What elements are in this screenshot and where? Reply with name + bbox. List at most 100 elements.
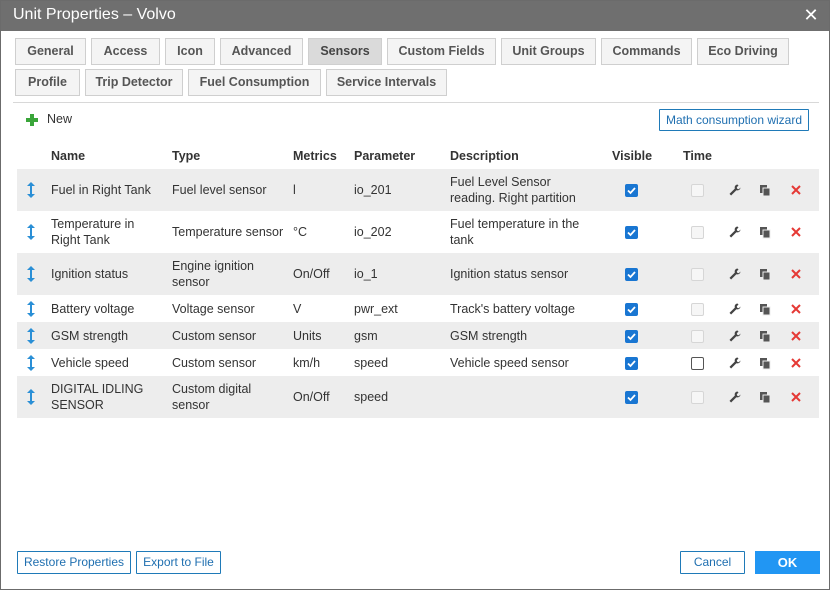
tab-general[interactable]: General — [15, 38, 86, 65]
time-checkbox — [691, 303, 704, 316]
drag-handle-icon[interactable] — [25, 223, 37, 241]
ok-button[interactable]: OK — [755, 551, 820, 574]
time-checkbox — [691, 391, 704, 404]
tab-custom-fields[interactable]: Custom Fields — [387, 38, 496, 65]
tab-trip-detector[interactable]: Trip Detector — [85, 69, 183, 96]
sensor-type-line: Voltage sensor — [172, 302, 255, 316]
delete-icon[interactable] — [789, 356, 803, 370]
tab-eco-driving[interactable]: Eco Driving — [697, 38, 789, 65]
copy-icon[interactable] — [758, 183, 772, 197]
sensor-parameter: speed — [354, 390, 389, 404]
visible-checkbox[interactable] — [625, 303, 638, 316]
check-icon — [627, 333, 636, 341]
new-sensor-label: New — [47, 112, 73, 126]
tab-advanced[interactable]: Advanced — [220, 38, 303, 65]
drag-handle-icon[interactable] — [25, 327, 37, 345]
visible-checkbox[interactable] — [625, 268, 638, 281]
delete-icon[interactable] — [789, 302, 803, 316]
sensor-name: GSM strength — [51, 328, 128, 344]
sensor-name: DIGITAL IDLING SENSOR — [51, 381, 143, 413]
sensor-description-line: Fuel temperature in the — [450, 217, 580, 231]
tab-service-intervals[interactable]: Service Intervals — [326, 69, 447, 96]
sensor-description-line: tank — [450, 233, 474, 247]
sensor-description: Track's battery voltage — [450, 301, 575, 317]
visible-checkbox[interactable] — [625, 330, 638, 343]
sensor-type-line: sensor — [172, 398, 210, 412]
sensor-description-line: Fuel Level Sensor — [450, 175, 551, 189]
delete-icon[interactable] — [789, 329, 803, 343]
copy-icon[interactable] — [758, 329, 772, 343]
table-row[interactable]: DIGITAL IDLING SENSOR Custom digital sensor… — [17, 376, 819, 418]
drag-handle-icon[interactable] — [25, 388, 37, 406]
math-consumption-wizard-button[interactable]: Math consumption wizard — [659, 109, 809, 131]
unit-properties-dialog: Unit Properties – Volvo ✕ General Access I… — [0, 0, 830, 590]
tab-profile[interactable]: Profile — [15, 69, 80, 96]
table-row[interactable]: Battery voltage Voltage sensor Vpwr_ext Tra… — [17, 295, 819, 322]
sensor-description-line: reading. Right partition — [450, 191, 576, 205]
tab-commands[interactable]: Commands — [601, 38, 692, 65]
table-row[interactable]: Temperature in Right Tank Temperature sens… — [17, 211, 819, 253]
wrench-icon[interactable] — [728, 329, 742, 343]
plus-icon — [26, 114, 38, 126]
tab-fuel-consumption[interactable]: Fuel Consumption — [188, 69, 321, 96]
drag-handle-icon[interactable] — [25, 300, 37, 318]
sensor-name-line: DIGITAL IDLING — [51, 382, 144, 396]
delete-icon[interactable] — [789, 267, 803, 281]
time-checkbox[interactable] — [691, 357, 704, 370]
sensor-metrics: l — [293, 183, 296, 197]
header-description: Description — [450, 149, 519, 163]
sensor-type: Custom sensor — [172, 355, 256, 371]
close-icon[interactable]: ✕ — [801, 5, 821, 25]
copy-icon[interactable] — [758, 225, 772, 239]
sensor-name: Vehicle speed — [51, 355, 129, 371]
table-row[interactable]: Fuel in Right Tank Fuel level sensor l io_2… — [17, 169, 819, 211]
restore-properties-button[interactable]: Restore Properties — [17, 551, 131, 574]
sensor-type-line: sensor — [172, 275, 210, 289]
wrench-icon[interactable] — [728, 390, 742, 404]
time-checkbox — [691, 330, 704, 343]
table-row[interactable]: GSM strength Custom sensor Units gsm GSM str… — [17, 322, 819, 349]
sensor-description: Fuel temperature in the tank — [450, 216, 579, 248]
table-row[interactable]: Ignition status Engine ignition sensor On/O… — [17, 253, 819, 295]
sensor-name: Ignition status — [51, 266, 128, 282]
wrench-icon[interactable] — [728, 183, 742, 197]
tab-access[interactable]: Access — [91, 38, 160, 65]
tab-icon[interactable]: Icon — [165, 38, 215, 65]
copy-icon[interactable] — [758, 390, 772, 404]
time-checkbox — [691, 226, 704, 239]
cancel-button[interactable]: Cancel — [680, 551, 745, 574]
wrench-icon[interactable] — [728, 302, 742, 316]
copy-icon[interactable] — [758, 302, 772, 316]
drag-handle-icon[interactable] — [25, 354, 37, 372]
sensor-description-line: Track's battery voltage — [450, 302, 575, 316]
wrench-icon[interactable] — [728, 267, 742, 281]
sensor-name-line: Vehicle speed — [51, 356, 129, 370]
check-icon — [627, 187, 636, 195]
drag-handle-icon[interactable] — [25, 181, 37, 199]
delete-icon[interactable] — [789, 390, 803, 404]
sensor-description-line: GSM strength — [450, 329, 528, 343]
sensor-metrics: km/h — [293, 356, 321, 370]
tab-sensors[interactable]: Sensors — [308, 38, 382, 65]
copy-icon[interactable] — [758, 267, 772, 281]
sensor-type: Temperature sensor — [172, 224, 283, 240]
sensor-description: Fuel Level Sensor reading. Right partitio… — [450, 174, 576, 206]
tab-unit-groups[interactable]: Unit Groups — [501, 38, 596, 65]
time-checkbox — [691, 268, 704, 281]
drag-handle-icon[interactable] — [25, 265, 37, 283]
wrench-icon[interactable] — [728, 356, 742, 370]
visible-checkbox[interactable] — [625, 357, 638, 370]
check-icon — [627, 394, 636, 402]
visible-checkbox[interactable] — [625, 226, 638, 239]
sensor-type-line: Custom digital — [172, 382, 252, 396]
visible-checkbox[interactable] — [625, 391, 638, 404]
time-checkbox — [691, 184, 704, 197]
header-visible: Visible — [612, 149, 653, 163]
visible-checkbox[interactable] — [625, 184, 638, 197]
table-row[interactable]: Vehicle speed Custom sensor km/h speed Vehic… — [17, 349, 819, 376]
wrench-icon[interactable] — [728, 225, 742, 239]
export-to-file-button[interactable]: Export to File — [136, 551, 221, 574]
delete-icon[interactable] — [789, 225, 803, 239]
copy-icon[interactable] — [758, 356, 772, 370]
delete-icon[interactable] — [789, 183, 803, 197]
